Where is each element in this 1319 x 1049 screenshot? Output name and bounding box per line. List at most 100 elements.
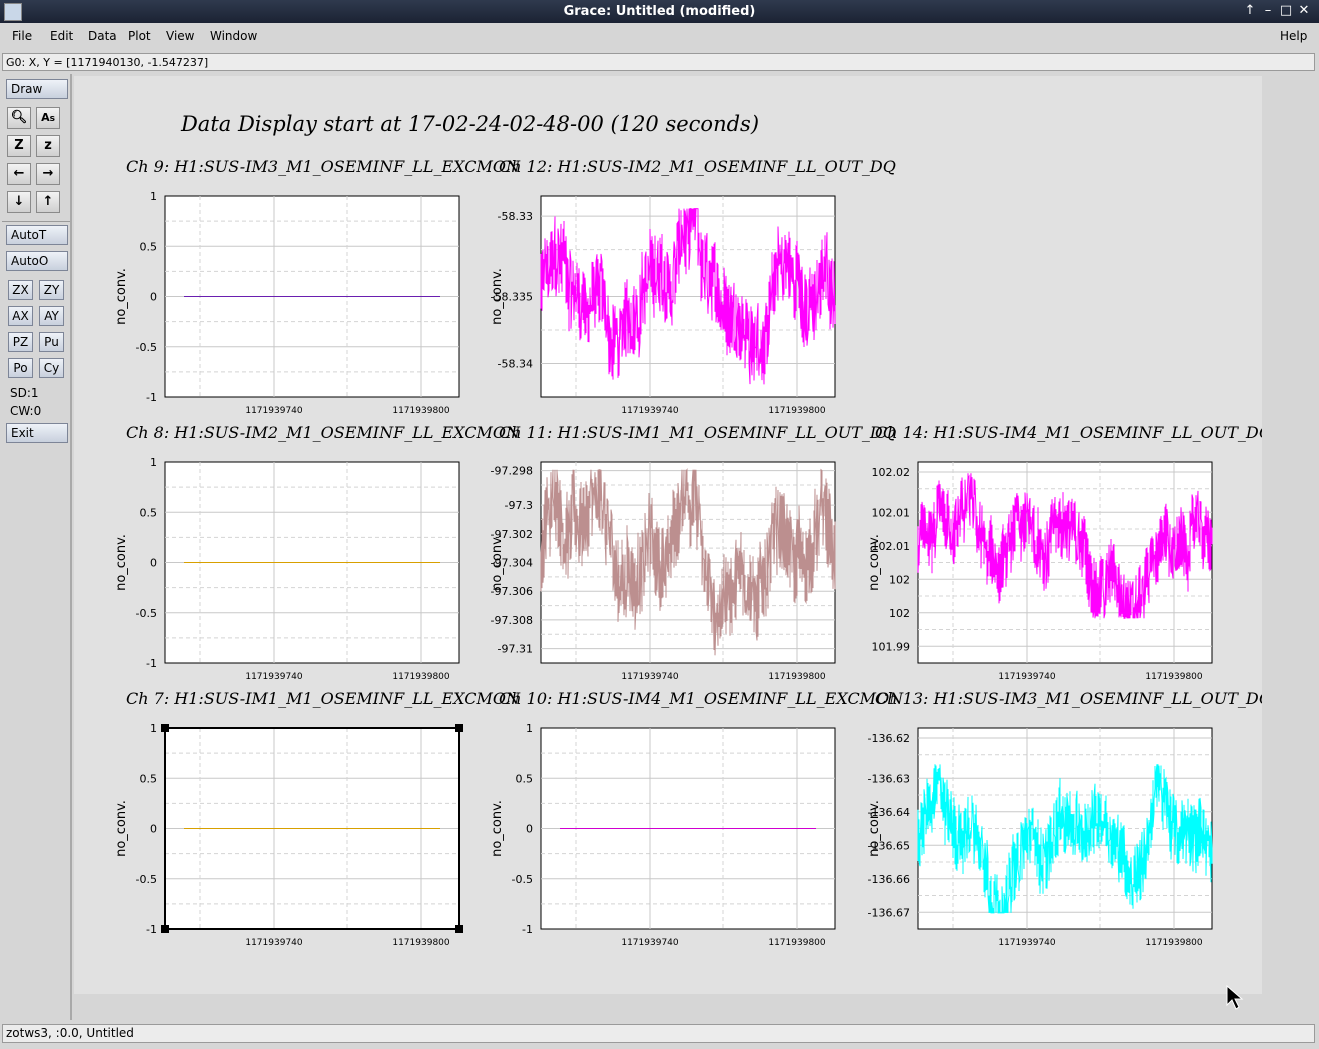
x-tick-label: 1171939740 (998, 672, 1056, 682)
plot-title: Data Display start at 17-02-24-02-48-00 … (180, 112, 759, 136)
y-tick-label: 0 (150, 823, 157, 836)
cw-status: CW:0 (10, 404, 42, 418)
y-tick-label: 0 (150, 291, 157, 304)
zx-button[interactable]: ZX (8, 280, 33, 300)
y-tick-label: -0.5 (136, 607, 157, 620)
y-tick-label: -58.33 (498, 210, 533, 223)
zy-button[interactable]: ZY (39, 280, 64, 300)
x-tick-label: 1171939800 (1145, 938, 1203, 948)
y-tick-label: -97.3 (505, 499, 533, 512)
arrow-down-icon[interactable]: ↓ (7, 191, 31, 213)
y-tick-label: -1 (146, 657, 157, 670)
ax-button[interactable]: AX (8, 306, 33, 326)
y-tick-label: 0.5 (140, 772, 158, 785)
zoom-icon[interactable]: 🔍︎ (7, 107, 31, 129)
po-button[interactable]: Po (8, 358, 33, 378)
chart-panel-2: Ch 12: H1:SUS-IM2_M1_OSEMINF_LL_OUT_DQ -5… (490, 157, 896, 416)
y-tick-label: -1 (146, 923, 157, 936)
close-window-button[interactable]: ✕ (1296, 3, 1312, 19)
chart-title: Ch 9: H1:SUS-IM3_M1_OSEMINF_LL_EXCMON (126, 157, 521, 176)
zoom-z-large-icon[interactable]: Z (7, 135, 31, 157)
x-tick-label: 1171939800 (392, 672, 450, 682)
y-tick-label: 102 (889, 607, 910, 620)
menubar: File Edit Data Plot View Window Help (0, 23, 1319, 50)
x-tick-label: 1171939740 (621, 938, 679, 948)
y-tick-label: 0 (150, 557, 157, 570)
pz-button[interactable]: PZ (8, 332, 33, 352)
chart-panel-8: Ch 10: H1:SUS-IM4_M1_OSEMINF_LL_EXCMON 1 0… (490, 689, 904, 948)
y-axis-label: no_conv. (490, 534, 505, 591)
exit-button[interactable]: Exit (6, 423, 68, 443)
zoom-z-small-icon[interactable]: z (36, 135, 60, 157)
chart-panel-6: Ch 14: H1:SUS-IM4_M1_OSEMINF_LL_OUT_DQ 10… (867, 423, 1262, 682)
text-tool-icon[interactable]: As (36, 107, 60, 129)
chart-title: Ch 8: H1:SUS-IM2_M1_OSEMINF_LL_EXCMON (126, 423, 521, 442)
y-tick-label: -136.66 (868, 873, 910, 886)
y-tick-label: 1 (150, 190, 157, 203)
menu-window[interactable]: Window (210, 29, 257, 43)
y-tick-label: 102.02 (872, 466, 911, 479)
chart-title: Ch 13: H1:SUS-IM3_M1_OSEMINF_LL_OUT_DQ (875, 689, 1262, 708)
menu-edit[interactable]: Edit (50, 29, 73, 43)
locator-bar: G0: X, Y = [1171940130, -1.547237] (2, 53, 1315, 71)
y-tick-label: 0.5 (140, 506, 158, 519)
x-tick-label: 1171939740 (621, 406, 679, 416)
arrow-right-icon[interactable]: → (36, 163, 60, 185)
y-axis-label: no_conv. (114, 800, 129, 857)
chart-title: Ch 10: H1:SUS-IM4_M1_OSEMINF_LL_EXCMON (499, 689, 904, 708)
menu-view[interactable]: View (166, 29, 194, 43)
autoo-button[interactable]: AutoO (6, 251, 68, 271)
graph-svg[interactable]: Data Display start at 17-02-24-02-48-00 … (74, 76, 1262, 994)
chart-title: Ch 7: H1:SUS-IM1_M1_OSEMINF_LL_EXCMON (126, 689, 521, 708)
y-tick-label: -136.62 (868, 732, 910, 745)
y-tick-label: -136.67 (868, 906, 910, 919)
y-tick-label: -97.308 (491, 614, 533, 627)
tool-panel: Draw 🔍︎ As Z z ← → ↓ ↑ AutoT AutoO ZX ZY… (2, 74, 72, 1020)
window-title: Grace: Untitled (modified) (563, 4, 756, 19)
draw-button[interactable]: Draw (6, 79, 68, 99)
menu-help[interactable]: Help (1280, 29, 1307, 43)
x-tick-label: 1171939740 (245, 406, 303, 416)
menu-file[interactable]: File (12, 29, 32, 43)
x-tick-label: 1171939740 (245, 672, 303, 682)
arrow-left-icon[interactable]: ← (7, 163, 31, 185)
x-tick-label: 1171939740 (998, 938, 1056, 948)
x-tick-label: 1171939740 (621, 672, 679, 682)
y-tick-label: -97.31 (498, 643, 533, 656)
ay-button[interactable]: AY (39, 306, 64, 326)
mouse-cursor-icon (1226, 985, 1244, 1010)
raise-window-button[interactable]: ↑ (1242, 3, 1258, 19)
x-tick-label: 1171939800 (768, 938, 826, 948)
y-tick-label: -1 (146, 391, 157, 404)
chart-panel-7: Ch 7: H1:SUS-IM1_M1_OSEMINF_LL_EXCMON 1 0.… (114, 689, 521, 948)
graph-canvas[interactable]: Data Display start at 17-02-24-02-48-00 … (74, 76, 1262, 994)
y-tick-label: -0.5 (512, 873, 533, 886)
cy-button[interactable]: Cy (39, 358, 64, 378)
y-tick-label: 1 (150, 456, 157, 469)
y-axis-label: no_conv. (490, 268, 505, 325)
y-tick-label: 1 (526, 722, 533, 735)
minimize-window-button[interactable]: – (1260, 3, 1276, 19)
chart-panel-9: Ch 13: H1:SUS-IM3_M1_OSEMINF_LL_OUT_DQ -1… (867, 689, 1262, 948)
y-tick-label: 0 (526, 823, 533, 836)
autot-button[interactable]: AutoT (6, 225, 68, 245)
arrow-up-icon[interactable]: ↑ (36, 191, 60, 213)
y-tick-label: 1 (150, 722, 157, 735)
x-tick-label: 1171939800 (392, 938, 450, 948)
y-axis-label: no_conv. (490, 800, 505, 857)
menu-data[interactable]: Data (88, 29, 117, 43)
x-tick-label: 1171939800 (768, 672, 826, 682)
maximize-window-button[interactable]: □ (1278, 3, 1294, 19)
y-axis-label: no_conv. (114, 534, 129, 591)
y-axis-label: no_conv. (867, 800, 882, 857)
menu-plot[interactable]: Plot (128, 29, 151, 43)
y-tick-label: -97.298 (491, 465, 533, 478)
y-tick-label: -0.5 (136, 341, 157, 354)
chart-title: Ch 11: H1:SUS-IM1_M1_OSEMINF_LL_OUT_DQ (499, 423, 896, 442)
chart-panel-1: Ch 9: H1:SUS-IM3_M1_OSEMINF_LL_EXCMON 1 0.… (114, 157, 521, 416)
y-tick-label: -136.63 (868, 772, 910, 785)
pu-button[interactable]: Pu (39, 332, 64, 352)
y-tick-label: 102 (889, 573, 910, 586)
y-tick-label: -1 (522, 923, 533, 936)
toolbar-divider (2, 221, 70, 222)
